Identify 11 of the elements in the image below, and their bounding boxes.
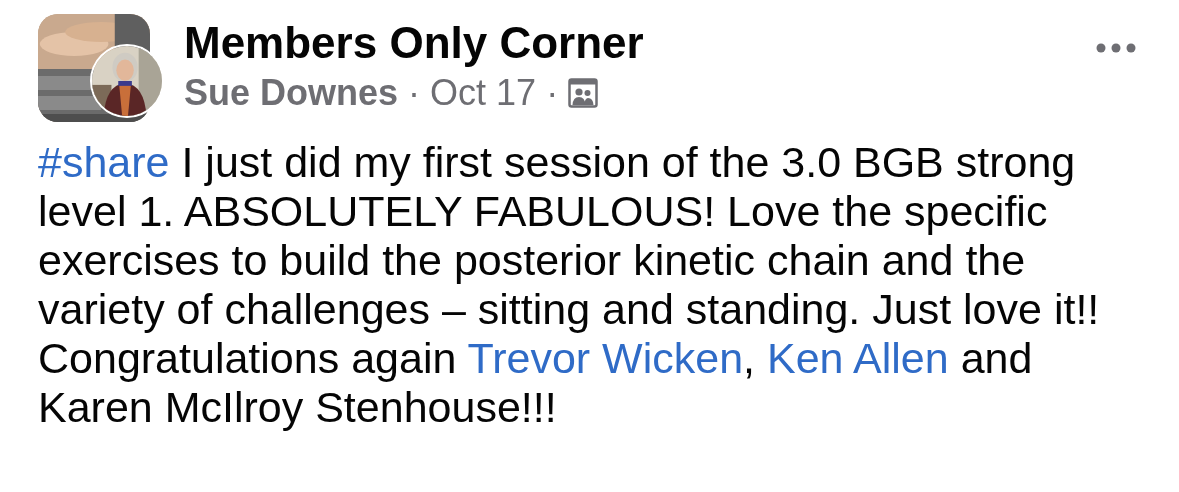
separator-dot: · (546, 72, 559, 114)
post-text: #share I just did my first session of the 3.0 BGB strong level 1. ABSOLUTELY FABULOUS! Love the specific exercises to build the posterior kinetic chain and the variety of challenges – sitting and standing. Just love it!! Congratulations again Trevor Wicken, Ken Allen and Karen McIlroy Stenhouse!!! (38, 138, 1101, 432)
text-link[interactable]: Trevor Wicken (467, 334, 744, 382)
group-name[interactable]: Members Only Corner (184, 18, 644, 68)
separator-dot: · (408, 72, 421, 114)
author-name[interactable]: Sue Downes (184, 72, 399, 114)
post-date[interactable]: Oct 17 (430, 72, 537, 114)
group-members-icon (568, 78, 599, 108)
text-link[interactable]: Ken Allen (767, 334, 949, 382)
text-link[interactable]: #share (38, 138, 170, 186)
more-options-icon[interactable] (1095, 42, 1137, 54)
